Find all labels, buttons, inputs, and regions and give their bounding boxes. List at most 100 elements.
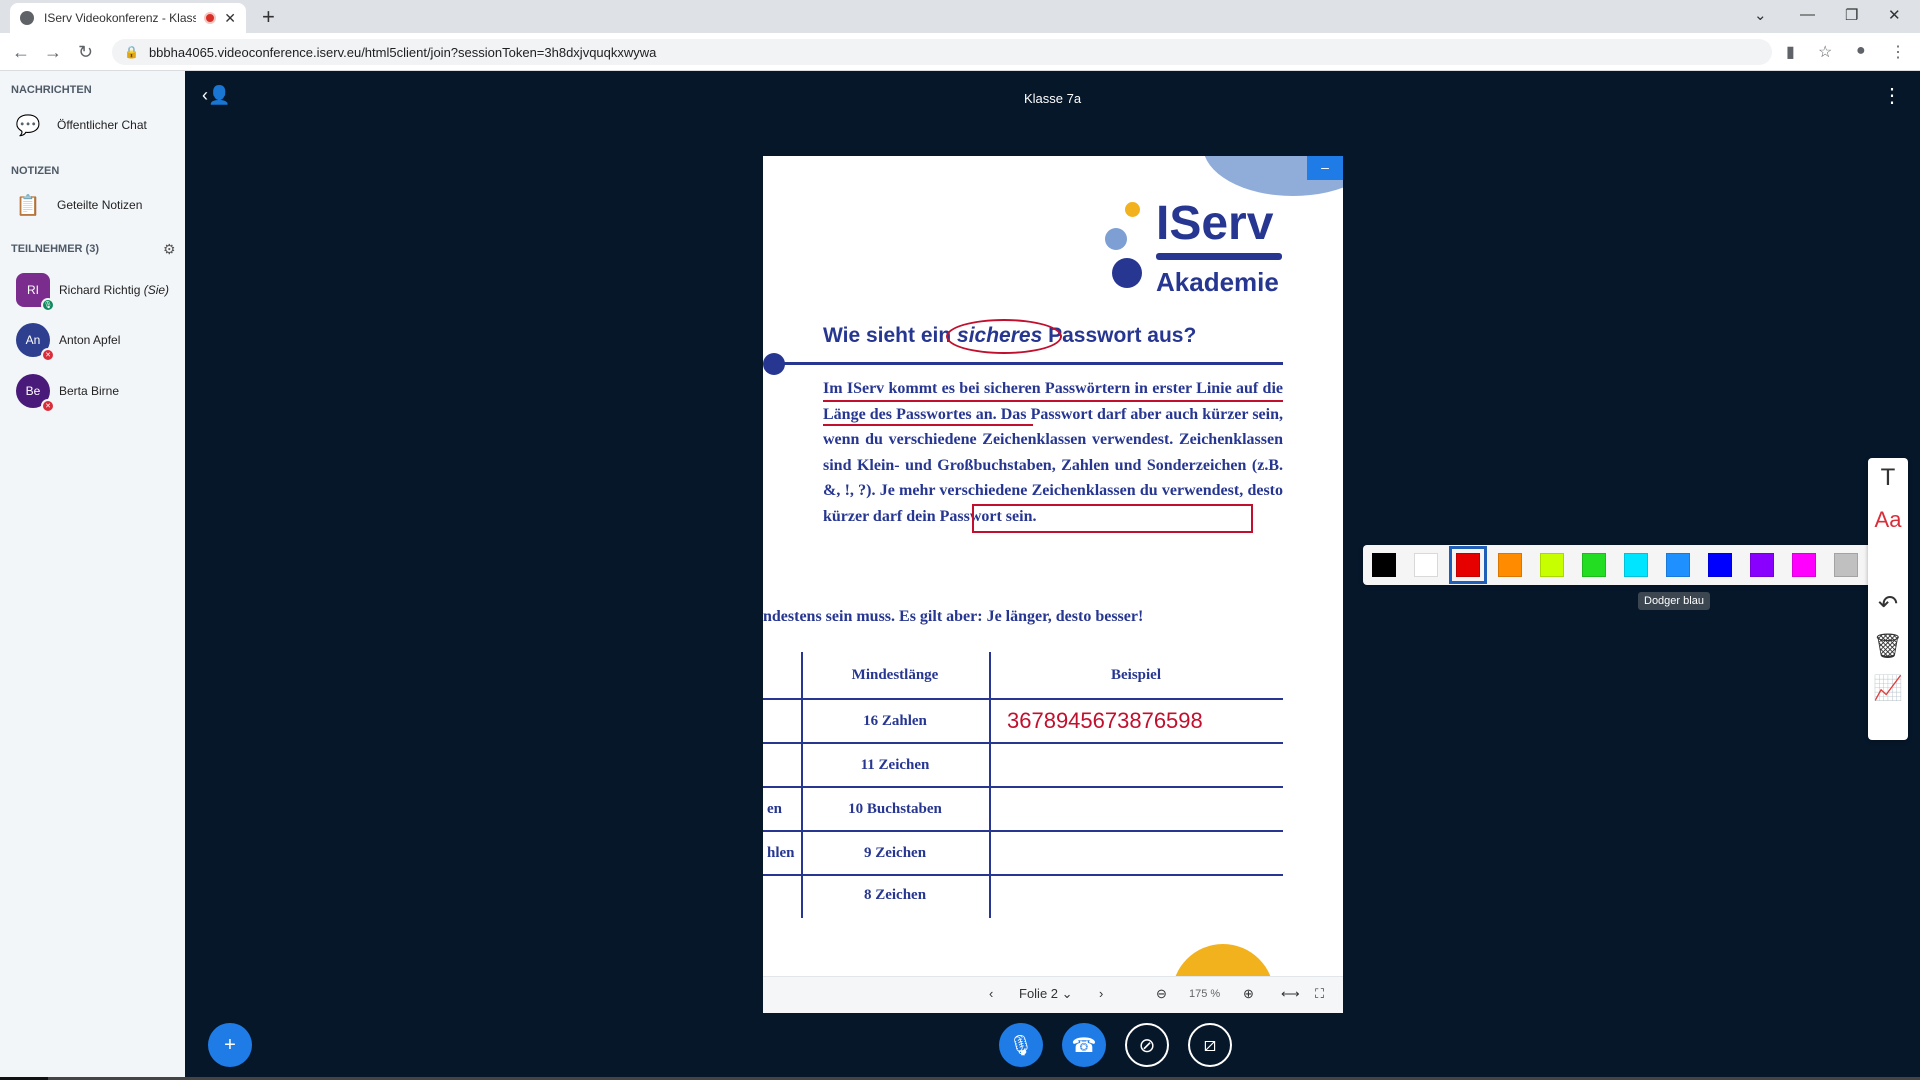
shared-notes-item[interactable]: 📋 Geteilte Notizen <box>15 192 143 218</box>
audio-button[interactable]: ☎ <box>1062 1023 1106 1067</box>
restore-window-button[interactable]: ❐ <box>1845 6 1858 24</box>
microphone-icon: 🎙 <box>41 298 55 312</box>
logo-subtitle: Akademie <box>1156 267 1279 297</box>
user-name: Anton Apfel <box>59 333 121 347</box>
color-swatch-black[interactable] <box>1372 553 1396 577</box>
logo-wordmark: IServ <box>1156 197 1274 250</box>
text-tool-icon[interactable]: T <box>1868 458 1908 498</box>
close-window-button[interactable]: ✕ <box>1888 6 1901 24</box>
back-icon[interactable]: ← <box>12 42 30 63</box>
close-tab-icon[interactable]: ✕ <box>224 10 236 27</box>
user-name: Richard Richtig <box>59 283 141 297</box>
heading-dot <box>763 353 785 375</box>
url-field[interactable]: 🔒 bbbha4065.videoconference.iserv.eu/htm… <box>112 39 1772 65</box>
new-tab-button[interactable]: + <box>262 4 275 30</box>
bookmark-star-icon[interactable]: ☆ <box>1818 42 1832 62</box>
avatar: Be ✕ <box>16 374 55 413</box>
font-size-icon[interactable]: Aa <box>1868 500 1908 540</box>
trash-icon[interactable]: 🗑 <box>1868 626 1908 666</box>
fullscreen-icon[interactable]: ⛶ <box>1315 986 1324 1002</box>
color-tooltip: Dodger blau <box>1638 592 1710 610</box>
color-swatch-lime[interactable] <box>1540 553 1564 577</box>
undo-icon[interactable]: ↶ <box>1868 584 1908 624</box>
slide-selector[interactable]: Folie 2 ⌄ <box>1019 986 1073 1002</box>
color-swatch-magenta[interactable] <box>1792 553 1816 577</box>
user-self-tag: (Sie) <box>143 283 170 297</box>
zoom-in-icon[interactable]: ⊕ <box>1243 986 1254 1002</box>
mute-button[interactable]: 🎙 <box>999 1023 1043 1067</box>
muted-icon: ✕ <box>41 399 55 413</box>
screenshare-off-icon: ⧄ <box>1203 1033 1217 1056</box>
notes-heading: NOTIZEN <box>11 165 60 177</box>
avatar: An ✕ <box>16 323 55 362</box>
table-row: 8 Zeichen <box>863 886 927 903</box>
color-swatch-cyan[interactable] <box>1624 553 1648 577</box>
logo-bar <box>1156 253 1282 260</box>
annotation-ellipse <box>946 319 1062 354</box>
public-chat-label: Öffentlicher Chat <box>57 118 147 132</box>
minimize-window-button[interactable]: — <box>1800 6 1815 23</box>
tab-search-icon[interactable]: ⌄ <box>1754 6 1767 24</box>
sidebar: NACHRICHTEN 💬 Öffentlicher Chat NOTIZEN … <box>0 71 185 1080</box>
messages-heading: NACHRICHTEN <box>11 84 92 96</box>
multi-user-icon[interactable]: 📈 <box>1868 668 1908 708</box>
logo-dot <box>1112 258 1142 288</box>
user-list-item[interactable]: RI 🎙 Richard Richtig (Sie) <box>16 273 170 312</box>
annotation-rectangle <box>972 504 1253 533</box>
user-list-item[interactable]: An ✕ Anton Apfel <box>16 323 121 362</box>
next-slide-icon[interactable]: › <box>1099 986 1103 1001</box>
url-text: bbbha4065.videoconference.iserv.eu/html5… <box>148 44 657 60</box>
slide-text-partial: ndestens sein muss. Es gilt aber: Je län… <box>763 608 1144 625</box>
forward-icon[interactable]: → <box>44 42 62 63</box>
color-swatch-blue[interactable] <box>1708 553 1732 577</box>
reload-icon[interactable]: ↻ <box>78 42 93 63</box>
fit-width-icon[interactable]: ⟷ <box>1281 986 1300 1002</box>
avatar: RI 🎙 <box>16 273 55 312</box>
browser-tab[interactable]: IServ Videokonferenz - Klass ✕ <box>10 3 246 33</box>
options-menu-icon[interactable]: ⋮ <box>1882 83 1902 108</box>
previous-slide-icon[interactable]: ‹ <box>989 986 993 1001</box>
actions-button[interactable]: + <box>208 1023 252 1067</box>
color-swatch-violet[interactable] <box>1750 553 1774 577</box>
globe-icon <box>20 11 34 25</box>
participants-heading: TEILNEHMER (3) <box>11 243 99 255</box>
plus-icon: + <box>224 1033 236 1056</box>
logo-dot <box>1105 228 1127 250</box>
heading-rule <box>773 362 1283 365</box>
profile-icon[interactable]: ● <box>1856 42 1866 60</box>
camera-icon[interactable]: ▮ <box>1786 42 1795 62</box>
presentation-slide[interactable]: – IServ Akademie Wie sieht ein sicheres … <box>763 156 1343 1013</box>
whiteboard-toolbar: T Aa ↶ 🗑 📈 <box>1868 458 1908 740</box>
zoom-out-icon[interactable]: ⊖ <box>1156 986 1167 1002</box>
recording-icon <box>204 12 217 24</box>
gear-icon[interactable]: ⚙ <box>163 241 176 258</box>
chat-icon: 💬 <box>15 114 41 137</box>
annotation-underline <box>823 400 1283 402</box>
minimize-presentation-button[interactable]: – <box>1307 156 1343 180</box>
logo-dot <box>1125 202 1140 217</box>
color-swatch-orange[interactable] <box>1498 553 1522 577</box>
handwritten-example: 3678945673876598 <box>1007 708 1203 733</box>
color-swatch-white[interactable] <box>1414 553 1438 577</box>
tab-title: IServ Videokonferenz - Klass <box>44 11 197 25</box>
muted-icon: ✕ <box>41 348 55 362</box>
shared-notes-label: Geteilte Notizen <box>57 198 143 212</box>
browser-menu-icon[interactable]: ⋮ <box>1890 42 1906 62</box>
screenshare-button[interactable]: ⧄ <box>1188 1023 1232 1067</box>
table-row: en 10 Buchstaben <box>767 800 942 817</box>
color-swatch-dodger-blue[interactable] <box>1666 553 1690 577</box>
annotation-underline <box>823 424 1033 426</box>
table-row: hlen 9 Zeichen <box>767 844 927 861</box>
color-swatch-red[interactable] <box>1449 546 1487 584</box>
color-swatch-silver[interactable] <box>1834 553 1858 577</box>
table-row: 11 Zeichen <box>860 756 930 773</box>
microphone-icon: 🎙 <box>1008 1034 1034 1057</box>
zoom-level: 175 % <box>1189 988 1221 1000</box>
lock-icon: 🔒 <box>124 45 139 59</box>
color-palette <box>1363 545 1898 585</box>
public-chat-item[interactable]: 💬 Öffentlicher Chat <box>15 112 147 138</box>
user-list-item[interactable]: Be ✕ Berta Birne <box>16 374 120 413</box>
color-swatch-green[interactable] <box>1582 553 1606 577</box>
user-name: Berta Birne <box>59 384 120 398</box>
camera-button[interactable]: ⊘ <box>1125 1023 1169 1067</box>
